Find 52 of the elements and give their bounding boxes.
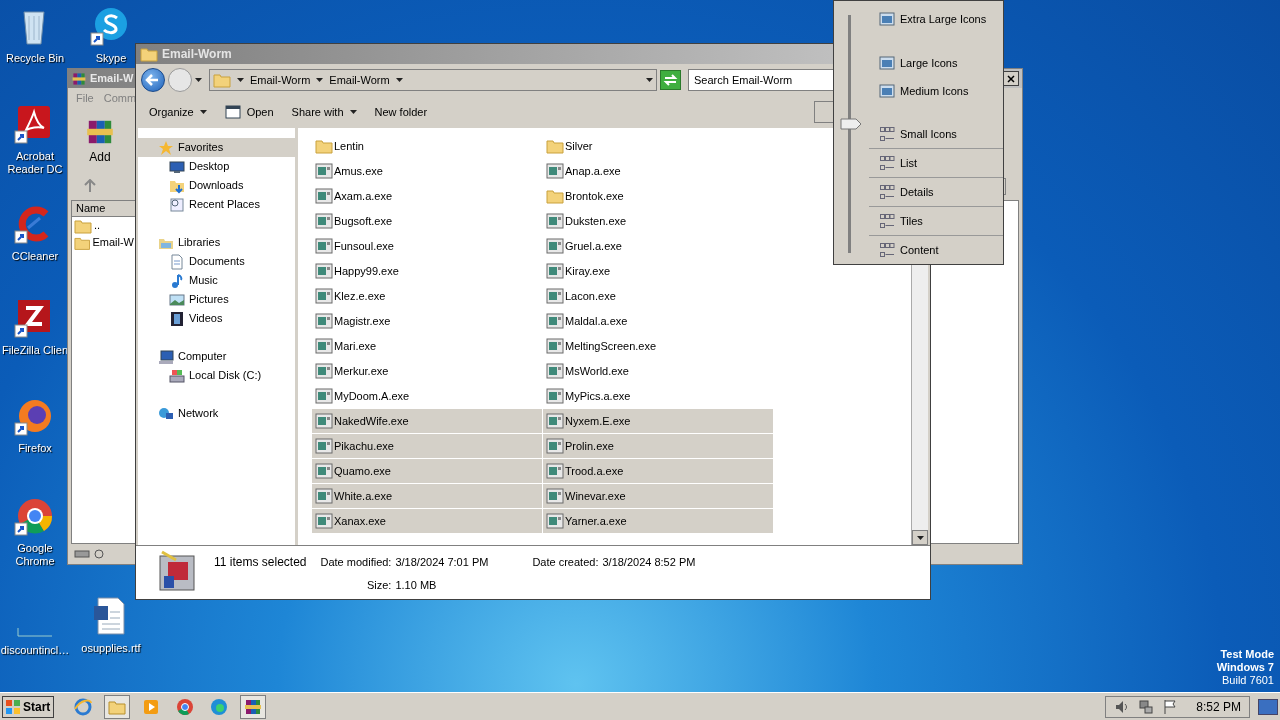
list-entry[interactable]: Pikachu.exe [312,434,542,458]
icon-label: Acrobat Reader DC [6,150,64,176]
view-menu-item[interactable]: Extra Large Icons [869,9,1003,29]
start-button[interactable]: Start [2,695,54,718]
list-entry[interactable]: Prolin.exe [543,434,773,458]
window-title: Email-Worm [162,46,232,63]
toolbar-button[interactable]: New folder [374,103,428,121]
list-entry[interactable]: Winevar.exe [543,484,773,508]
system-notice: Build 7601 [1222,674,1274,687]
icon-label: Google Chrome [14,542,56,568]
list-entry[interactable]: NakedWife.exe [312,409,542,433]
list-entry[interactable]: Nyxem.E.exe [543,409,773,433]
toolbar-button[interactable]: Organize [149,103,207,121]
view-menu-item[interactable]: Content [869,235,1003,264]
breadcrumb[interactable]: Email-Worm [329,71,390,89]
icon-label: Skype [95,52,127,65]
view-menu-item[interactable]: Large Icons [869,49,1003,77]
list-entry[interactable]: Trood.a.exe [543,459,773,483]
add-button[interactable]: Add [84,116,116,166]
detail-label: Date modified: [320,555,392,570]
column-header: Name [72,201,136,217]
view-menu-item[interactable]: Small Icons [869,120,1003,148]
icon-label: osupplies.rtf [81,642,141,655]
list-entry[interactable]: White.a.exe [312,484,542,508]
system-notice: Windows 7 [1216,661,1274,674]
clock[interactable]: 8:52 PM [1196,697,1241,716]
nav-item[interactable]: Favorites [138,138,295,157]
toolbar-button[interactable]: Share with [291,103,357,121]
file-name: .. [94,218,101,234]
detail-value: 3/18/2024 7:01 PM [395,555,490,570]
selection-summary: 11 items selected [214,554,307,571]
detail-label: Size: [365,577,392,593]
icon-label: Firefox [18,442,52,455]
list-entry[interactable]: Quamo.exe [312,459,542,483]
toolbar-button[interactable]: Open [224,103,274,121]
window-title: Email-W [90,71,134,87]
view-menu-item[interactable]: Medium Icons [869,77,1003,105]
icon-label: discountincl… [0,644,70,657]
file-name: Email-W [92,235,134,251]
icon-label: Recycle Bin [5,52,65,65]
view-menu-item[interactable]: List [869,148,1003,177]
view-menu-item[interactable]: Details [869,177,1003,206]
system-notice: Test Mode [1220,648,1274,661]
icon-label: FileZilla Clien [2,344,68,357]
view-menu-item[interactable]: Tiles [869,206,1003,235]
list-entry[interactable]: Xanax.exe [312,509,542,533]
icon-label: CCleaner [11,250,59,263]
breadcrumb[interactable]: Email-Worm [250,71,311,89]
list-entry[interactable]: Yarner.a.exe [543,509,773,533]
detail-value: 3/18/2024 8:52 PM [602,555,696,570]
detail-label: Date created: [532,555,599,570]
detail-value: 1.10 MB [395,577,438,593]
